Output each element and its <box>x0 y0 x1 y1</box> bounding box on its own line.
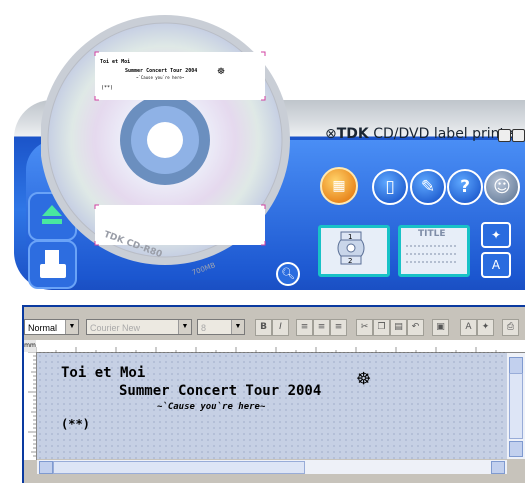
horizontal-scrollbar[interactable] <box>37 460 507 474</box>
image-icon: ▣ <box>436 322 445 332</box>
size-select-value: 8 <box>201 323 207 333</box>
layout-label-1: 1 <box>348 233 352 241</box>
ruler-unit: mm <box>24 340 36 352</box>
vertical-scrollbar[interactable] <box>507 353 525 459</box>
scroll-down-button[interactable] <box>509 441 523 457</box>
text-layout-button[interactable]: A <box>481 252 511 278</box>
align-right-button[interactable]: ≡ <box>330 319 347 336</box>
print-tool-icon: ⎙ <box>506 322 515 332</box>
disc-layout-icon: 1 2 <box>337 231 365 265</box>
align-center-icon: ≡ <box>317 322 326 332</box>
ruler-ticks-vertical <box>28 351 36 457</box>
app-title: ⊗TDK CD/DVD label printer <box>325 126 519 142</box>
label-line-3[interactable]: ~`Cause you`re here~ <box>157 402 265 412</box>
scissors-icon: ✂ <box>360 322 369 332</box>
disc-line-4: (**) <box>101 85 113 91</box>
text-style-icon: A <box>465 322 472 332</box>
paste-icon: ▤ <box>394 322 403 332</box>
undo-icon: ↶ <box>411 322 420 332</box>
scroll-left-button[interactable] <box>39 461 53 474</box>
paste-button[interactable]: ▤ <box>390 319 407 336</box>
label-line-4[interactable]: (**) <box>61 417 90 431</box>
scroll-right-button[interactable] <box>491 461 505 474</box>
align-right-icon: ≡ <box>334 322 343 332</box>
stamp-icon: ✦ <box>490 228 502 242</box>
chevron-down-icon: ▼ <box>231 320 244 334</box>
align-center-button[interactable]: ≡ <box>313 319 330 336</box>
font-select-value: Courier New <box>90 323 141 333</box>
style-select[interactable]: Normal ▼ <box>24 319 79 335</box>
undo-button[interactable]: ↶ <box>407 319 424 336</box>
wheel-clipart-icon[interactable]: ☸ <box>357 367 370 392</box>
label-line-1[interactable]: Toi et Moi <box>61 365 145 381</box>
close-button[interactable] <box>512 129 525 142</box>
disc-line-3: ~`Cause you`re here~ <box>136 75 185 80</box>
vertical-ruler <box>24 351 37 460</box>
print-tool-button[interactable]: ⎙ <box>502 319 519 336</box>
image-button[interactable]: ▣ <box>432 319 449 336</box>
horizontal-ruler <box>35 340 525 355</box>
chevron-down-icon: ▼ <box>178 320 191 334</box>
user-icon: ☺ <box>493 177 511 197</box>
cut-button[interactable]: ✂ <box>356 319 373 336</box>
align-left-button[interactable]: ≡ <box>296 319 313 336</box>
user-button[interactable]: ☺ <box>484 169 520 205</box>
text-style-button[interactable]: A <box>460 319 477 336</box>
help-button[interactable]: ? <box>447 169 483 205</box>
zoom-button[interactable]: 🔍︎ <box>276 262 300 286</box>
layout-option-disc[interactable]: 1 2 <box>318 225 390 277</box>
disc-line-2: Summer Concert Tour 2004 <box>125 68 197 74</box>
stamp-tool-icon: ✦ <box>481 322 490 332</box>
disc-rim-text-2: 700MB <box>191 261 217 277</box>
layout-title-label: TITLE <box>418 229 446 239</box>
copy-icon: ❐ <box>377 322 386 332</box>
magnifier-icon: 🔍︎ <box>281 267 295 280</box>
size-select[interactable]: 8 ▼ <box>197 319 245 335</box>
new-document-button[interactable]: ▯ <box>372 169 408 205</box>
italic-button[interactable]: I <box>272 319 289 336</box>
chevron-down-icon: ▼ <box>65 320 78 334</box>
font-select[interactable]: Courier New ▼ <box>86 319 192 335</box>
brand-logo: ⊗TDK <box>325 126 369 142</box>
title-lines-icon <box>406 245 458 263</box>
scroll-thumb[interactable] <box>509 373 523 439</box>
editor-toolbar: Normal ▼ Courier New ▼ 8 ▼ B I ≡ ≡ ≡ ✂ ❐… <box>24 318 525 338</box>
art-icon: ▦ <box>332 178 346 194</box>
stamp-tool-button[interactable]: ✦ <box>477 319 494 336</box>
settings-button[interactable]: ✎ <box>410 169 446 205</box>
stamp-button[interactable]: ✦ <box>481 222 511 248</box>
wrench-icon: ✎ <box>420 177 436 197</box>
document-icon: ▯ <box>385 177 395 197</box>
label-canvas[interactable]: Toi et Moi Summer Concert Tour 2004 ~`Ca… <box>37 353 507 459</box>
wheel-icon: ☸ <box>217 67 225 77</box>
bold-button[interactable]: B <box>255 319 272 336</box>
layout-label-2: 2 <box>348 257 352 265</box>
scroll-thumb-horizontal[interactable] <box>53 461 305 474</box>
help-icon: ? <box>460 177 470 197</box>
disc-preview: Toi et Moi Summer Concert Tour 2004 ~`Ca… <box>41 15 290 277</box>
art-tool-button[interactable]: ▦ <box>320 167 358 205</box>
disc-line-1: Toi et Moi <box>100 59 130 65</box>
copy-button[interactable]: ❐ <box>373 319 390 336</box>
style-select-value: Normal <box>28 323 58 333</box>
minimize-button[interactable] <box>498 129 511 142</box>
text-icon: A <box>491 258 501 272</box>
align-left-icon: ≡ <box>300 322 309 332</box>
label-line-2[interactable]: Summer Concert Tour 2004 <box>119 383 321 399</box>
